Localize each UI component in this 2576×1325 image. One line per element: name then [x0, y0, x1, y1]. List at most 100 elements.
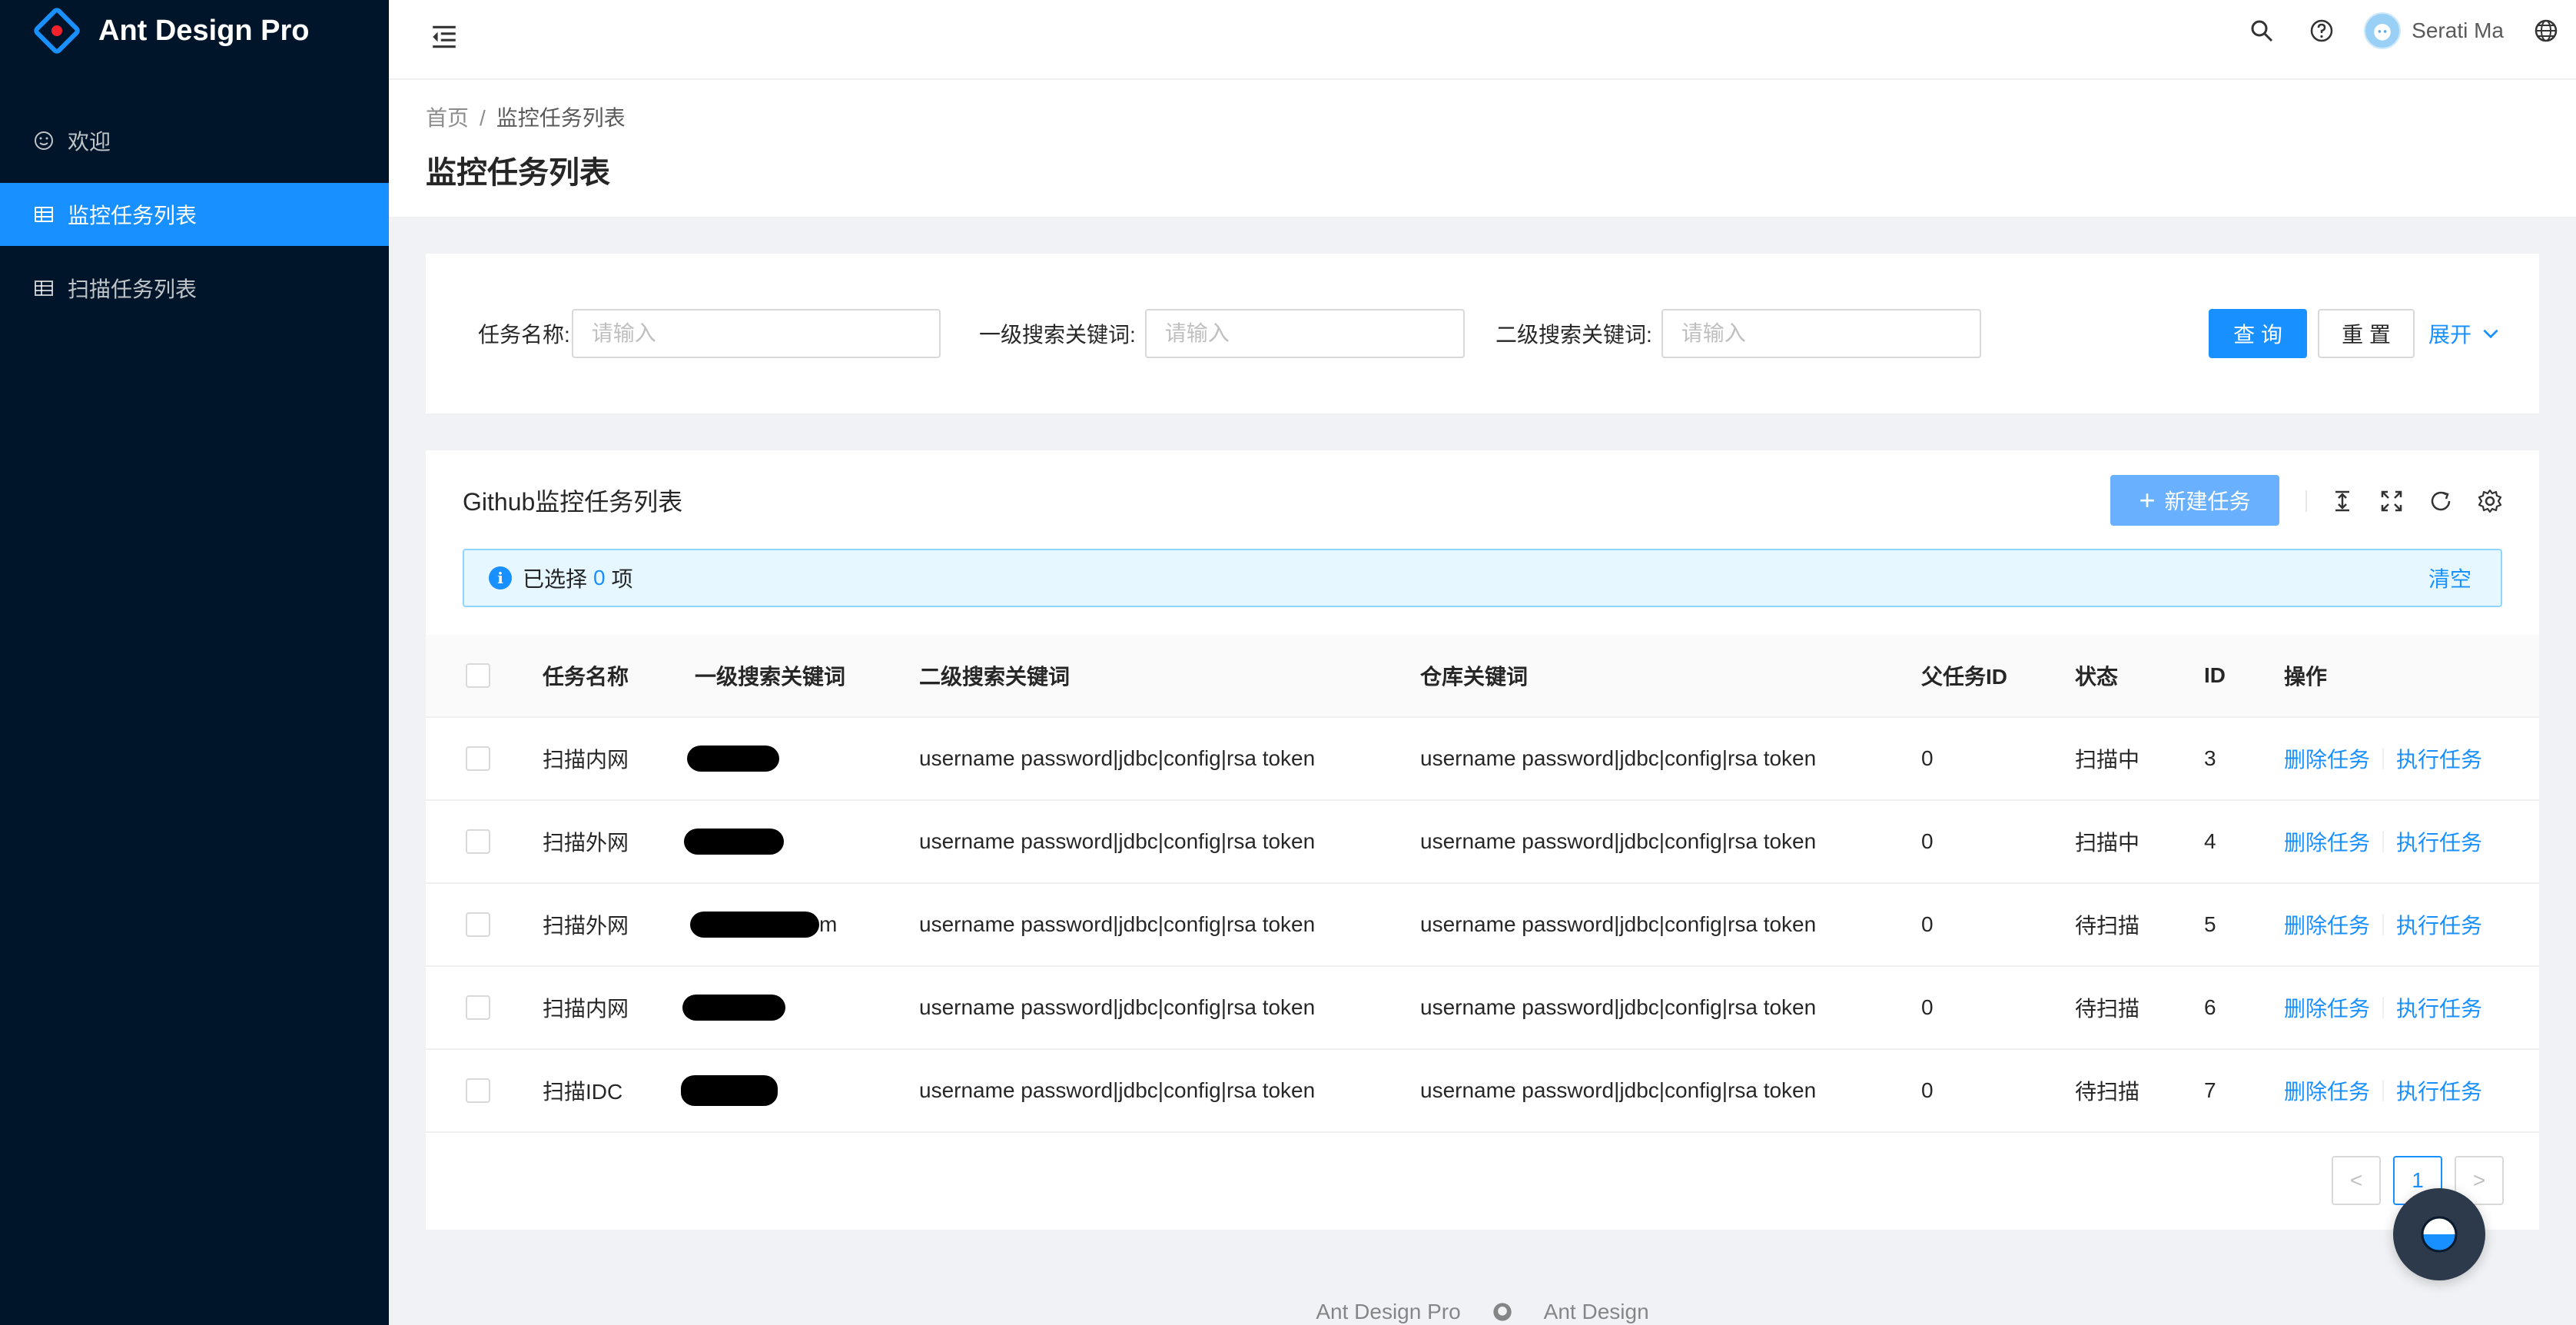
select-all-checkbox[interactable] — [466, 663, 490, 688]
cell-repo-keyword: username password|jdbc|config|rsa token — [1420, 995, 1817, 1019]
cell-keyword1 — [687, 718, 779, 799]
cell-keyword1: m — [690, 884, 837, 965]
sidebar-item-label: 欢迎 — [68, 130, 111, 154]
keyword2-input[interactable] — [1661, 309, 1981, 358]
run-task-link[interactable]: 执行任务 — [2396, 909, 2482, 940]
cell-repo-keyword: username password|jdbc|config|rsa token — [1420, 1078, 1817, 1102]
row-select-cell — [466, 718, 490, 799]
task-name-input[interactable] — [571, 309, 941, 358]
sidebar-item-monitor-tasks[interactable]: 监控任务列表 — [0, 183, 389, 246]
table-header: 任务名称 一级搜索关键词 二级搜索关键词 仓库关键词 父任务ID 状态 ID 操… — [426, 635, 2539, 718]
cell-keyword2: username password|jdbc|config|rsa token — [919, 829, 1316, 853]
table-row: 扫描外网 m username password|jdbc|config|rsa… — [426, 884, 2539, 967]
fullscreen-icon[interactable] — [2375, 484, 2408, 518]
delete-task-link[interactable]: 删除任务 — [2284, 1075, 2370, 1106]
github-icon[interactable] — [1492, 1301, 1513, 1323]
cell-keyword2: username password|jdbc|config|rsa token — [919, 746, 1316, 770]
delete-task-link[interactable]: 删除任务 — [2284, 826, 2370, 857]
avatar — [2364, 12, 2402, 49]
cell-status: 待扫描 — [2075, 997, 2140, 1021]
column-header-keyword2[interactable]: 二级搜索关键词 — [919, 635, 1070, 716]
cell-status: 待扫描 — [2075, 1080, 2140, 1104]
pagination-prev[interactable]: < — [2332, 1156, 2381, 1205]
redacted-mark — [682, 995, 785, 1021]
row-select-cell — [466, 1050, 490, 1131]
clear-selection-link[interactable]: 清空 — [2428, 563, 2471, 593]
sidebar-item-scan-tasks[interactable]: 扫描任务列表 — [0, 257, 389, 320]
cell-keyword1 — [684, 801, 784, 882]
table-row: 扫描外网 username password|jdbc|config|rsa t… — [426, 801, 2539, 884]
breadcrumb-separator: / — [480, 106, 486, 130]
cell-status: 扫描中 — [2075, 748, 2140, 772]
footer-link-pro[interactable]: Ant Design Pro — [1316, 1300, 1460, 1324]
cell-name: 扫描内网 — [543, 748, 629, 772]
footer-link-antd[interactable]: Ant Design — [1544, 1300, 1649, 1324]
cell-status: 待扫描 — [2075, 914, 2140, 938]
run-task-link[interactable]: 执行任务 — [2396, 743, 2482, 774]
row-select-cell — [466, 967, 490, 1048]
cell-parent-id: 0 — [1921, 746, 1934, 770]
row-checkbox[interactable] — [466, 746, 490, 771]
user-menu[interactable]: Serati Ma — [2352, 0, 2516, 61]
menu-fold-icon[interactable] — [424, 17, 464, 57]
question-icon[interactable] — [2292, 0, 2352, 61]
table-row: 扫描内网 username password|jdbc|config|rsa t… — [426, 967, 2539, 1050]
run-task-link[interactable]: 执行任务 — [2396, 992, 2482, 1023]
row-checkbox[interactable] — [466, 995, 490, 1020]
form-item-task-name: 任务名称: — [478, 309, 941, 358]
sidebar-item-label: 监控任务列表 — [68, 204, 198, 227]
cell-repo-keyword: username password|jdbc|config|rsa token — [1420, 912, 1817, 936]
run-task-link[interactable]: 执行任务 — [2396, 826, 2482, 857]
keyword1-input[interactable] — [1144, 309, 1465, 358]
row-checkbox[interactable] — [466, 829, 490, 854]
cell-id: 6 — [2204, 995, 2216, 1019]
assistant-icon — [2421, 1216, 2458, 1253]
cell-name: 扫描外网 — [543, 914, 629, 938]
redacted-mark — [687, 746, 779, 772]
breadcrumb-home[interactable]: 首页 — [426, 106, 469, 130]
action-divider — [2382, 748, 2385, 769]
column-header-id[interactable]: ID — [2204, 635, 2226, 716]
search-icon[interactable] — [2232, 0, 2292, 61]
expand-link[interactable]: 展开 — [2428, 309, 2501, 358]
new-task-button[interactable]: + 新建任务 — [2110, 475, 2279, 526]
reset-button[interactable]: 重 置 — [2318, 309, 2415, 358]
setting-icon[interactable] — [2473, 484, 2507, 518]
action-divider — [2382, 1080, 2385, 1101]
action-divider — [2382, 914, 2385, 935]
plus-icon: + — [2139, 484, 2156, 516]
app-logo[interactable]: Ant Design Pro — [31, 0, 309, 61]
app-title: Ant Design Pro — [98, 14, 310, 47]
cell-id: 5 — [2204, 912, 2216, 936]
globe-icon[interactable] — [2516, 0, 2576, 61]
delete-task-link[interactable]: 删除任务 — [2284, 992, 2370, 1023]
form-item-keyword2: 二级搜索关键词: — [1495, 309, 1981, 358]
row-select-cell — [466, 884, 490, 965]
form-item-keyword1: 一级搜索关键词: — [979, 309, 1465, 358]
cell-actions: 删除任务 执行任务 — [2284, 1050, 2482, 1131]
query-button[interactable]: 查 询 — [2209, 309, 2307, 358]
column-header-repo-keyword[interactable]: 仓库关键词 — [1420, 635, 1528, 716]
row-checkbox[interactable] — [466, 912, 490, 937]
search-form: 任务名称: 一级搜索关键词: 二级搜索关键词: 查 询 重 置 展开 — [426, 254, 2539, 413]
column-header-name[interactable]: 任务名称 — [543, 635, 629, 716]
reload-icon[interactable] — [2424, 484, 2458, 518]
column-header-parent-id[interactable]: 父任务ID — [1921, 635, 2007, 716]
cell-repo-keyword: username password|jdbc|config|rsa token — [1420, 746, 1817, 770]
run-task-link[interactable]: 执行任务 — [2396, 1075, 2482, 1106]
sidebar-item-welcome[interactable]: 欢迎 — [0, 109, 389, 172]
row-select-cell — [466, 801, 490, 882]
column-height-icon[interactable] — [2325, 484, 2359, 518]
breadcrumb: 首页 / 监控任务列表 — [426, 101, 626, 132]
row-checkbox[interactable] — [466, 1078, 490, 1103]
delete-task-link[interactable]: 删除任务 — [2284, 909, 2370, 940]
column-header-keyword1[interactable]: 一级搜索关键词 — [695, 635, 845, 716]
ant-design-logo-icon — [34, 8, 80, 54]
column-header-status[interactable]: 状态 — [2075, 635, 2118, 716]
task-name-label: 任务名称: — [478, 323, 570, 347]
cell-parent-id: 0 — [1921, 912, 1934, 936]
smile-icon — [32, 129, 55, 152]
table-icon — [32, 203, 55, 226]
floating-assistant-button[interactable] — [2393, 1188, 2485, 1280]
delete-task-link[interactable]: 删除任务 — [2284, 743, 2370, 774]
